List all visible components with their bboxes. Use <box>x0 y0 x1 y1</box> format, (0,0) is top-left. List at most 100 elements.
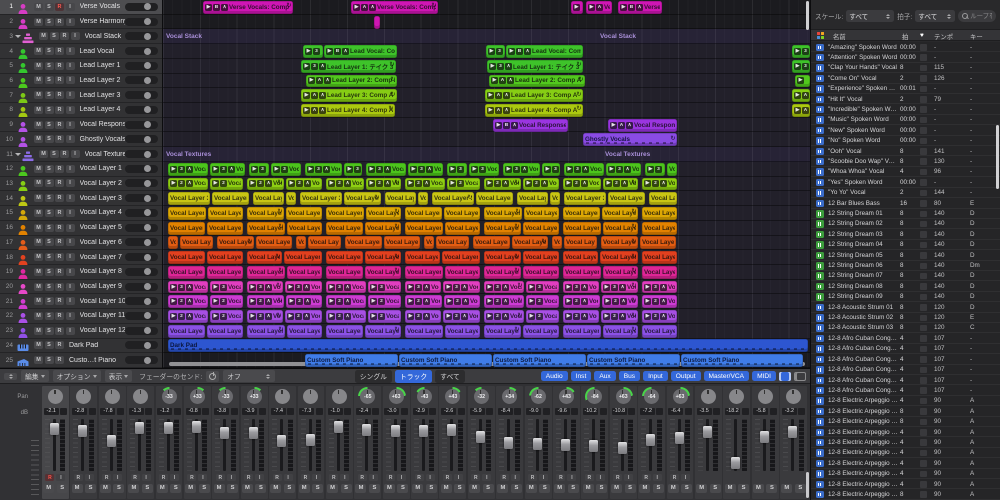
region-vocal-layer-11[interactable]: ▶2∧Vocal Layer 11↻ <box>601 310 638 323</box>
solo-button[interactable]: S <box>44 267 54 276</box>
region-vocal-layer-2[interactable]: ▶2∧Vocal Layer 2↻ <box>366 177 401 191</box>
region-vocal-layer-5[interactable]: Vocal Layer 5 <box>563 221 601 235</box>
favorite-checkbox[interactable] <box>920 210 927 217</box>
solo-button[interactable]: S <box>44 120 54 129</box>
region-vocal-layer-6[interactable]: Vocal Layer 6↻ <box>512 236 548 250</box>
mute-button[interactable]: M <box>298 483 310 493</box>
fader-cap[interactable] <box>78 424 88 437</box>
favorite-checkbox[interactable] <box>920 314 927 322</box>
region-vocal-layer-1[interactable]: ▶3∧Vocal Layer 1 <box>168 162 208 176</box>
region-ghostly-vocals[interactable]: Ghostly Vocals ↻ <box>583 133 677 147</box>
column-beats[interactable]: 拍 <box>902 32 908 41</box>
favorite-checkbox[interactable] <box>920 252 927 259</box>
solo-button[interactable]: S <box>44 311 54 320</box>
track-volume-slider[interactable] <box>125 282 158 291</box>
volume-knob[interactable] <box>144 32 152 40</box>
favorite-checkbox[interactable] <box>920 116 927 124</box>
fader-cap[interactable] <box>362 424 372 437</box>
region-verse-vocals-comp-b[interactable]: ▶ B ∧ Verse Vocals: Comp B ↻ <box>203 0 293 14</box>
input-monitor-button[interactable]: I <box>65 47 75 56</box>
region-vocal-layer-7[interactable]: Vocal Layer 7↻ <box>600 251 638 265</box>
region-vocal-layer-11[interactable]: ▶2∧Vocal Layer 11 <box>443 310 480 323</box>
volume-knob[interactable] <box>144 341 152 349</box>
region-vocal-response-co[interactable]: ▶A∧Vocal Response: Co <box>608 118 677 132</box>
region-vo[interactable]: Vo <box>296 236 306 250</box>
fader-cap[interactable] <box>759 431 769 444</box>
region-vocal-layer-9[interactable]: ▶3∧Vocal Layer 9 <box>405 280 441 294</box>
fader-cap[interactable] <box>504 436 514 449</box>
region-vocal-la[interactable]: ▶3Vocal La <box>542 162 560 176</box>
favorite-checkbox[interactable] <box>920 54 927 61</box>
region-vocal-layer-8[interactable]: Vocal Layer 8 <box>445 265 480 279</box>
region-vocal-layer-6[interactable]: Vocal Layer 6 <box>180 236 213 250</box>
region-vocal-layer-10[interactable]: ▶2∧Vocal Layer 10 <box>168 295 208 309</box>
region-vocal-layer-10[interactable]: ▶2Vocal Layer 10 <box>368 295 401 309</box>
favorite-checkbox[interactable] <box>920 64 927 72</box>
favorite-checkbox[interactable] <box>920 96 927 103</box>
track-volume-slider[interactable] <box>125 179 158 188</box>
input-monitor-button[interactable]: I <box>141 474 151 481</box>
pan-knob[interactable]: +34 <box>500 387 520 406</box>
region-vo[interactable]: Vo <box>552 236 562 250</box>
input-monitor-button[interactable]: I <box>65 238 75 247</box>
input-monitor-button[interactable]: I <box>65 135 75 144</box>
solo-button[interactable]: S <box>44 253 54 262</box>
pan-knob[interactable]: -33 <box>159 387 179 406</box>
single-strip-view-icon[interactable] <box>794 371 806 381</box>
region-verse-vocals-c[interactable]: ▶B∧Verse Vocals: C <box>618 0 662 14</box>
record-enable-button[interactable]: R <box>55 341 64 350</box>
region-vocal-layer-4[interactable]: Vocal Layer 4 <box>168 206 206 220</box>
region-vocal-layer-11[interactable]: ▶2Vocal Layer 11 <box>210 310 243 323</box>
record-enable-button[interactable]: R <box>613 474 623 481</box>
record-enable-button[interactable]: R <box>55 2 64 11</box>
input-monitor-button[interactable]: I <box>70 150 80 159</box>
fader-cap[interactable] <box>333 421 343 434</box>
record-enable-button[interactable]: R <box>641 474 651 481</box>
input-monitor-button[interactable]: I <box>65 311 75 320</box>
favorite-checkbox[interactable] <box>920 189 927 197</box>
favorite-checkbox[interactable] <box>920 283 927 290</box>
region-vocal-layer-3[interactable]: Vocal Layer 3 <box>385 192 416 206</box>
mute-button[interactable]: M <box>39 150 48 159</box>
input-monitor-button[interactable]: I <box>198 474 208 481</box>
region-vocal-layer-1[interactable]: ▶3Vocal Layer 1 <box>271 162 301 176</box>
solo-button[interactable]: S <box>567 483 579 493</box>
arrange-lane-3[interactable] <box>163 29 810 45</box>
fader-cap[interactable] <box>447 424 457 437</box>
region-vocal-layer-12[interactable]: Vocal Layer 12 <box>168 324 205 338</box>
loop-row[interactable]: "Experience" Spoken W… 00:01- - <box>811 83 1000 95</box>
record-enable-button[interactable]: R <box>55 17 64 26</box>
mute-button[interactable]: M <box>99 483 111 493</box>
region-vocal-la[interactable]: ▶3Vocal La <box>249 162 269 176</box>
region-vocal-layer-3[interactable]: Vocal Layer 3 <box>649 192 677 206</box>
region-dark-pad[interactable]: Dark Pad <box>168 339 808 353</box>
loop-row[interactable]: 12-8 Electric Arpeggio 01 4 90 A <box>811 395 1000 407</box>
pan-knob[interactable]: -84 <box>585 387 605 406</box>
favorite-checkbox[interactable] <box>920 220 927 228</box>
volume-knob[interactable] <box>144 297 152 305</box>
mute-button[interactable]: M <box>34 238 43 247</box>
region-vocal-layer-8[interactable]: Vocal Layer 8 <box>523 265 559 279</box>
solo-button[interactable]: S <box>44 17 54 26</box>
solo-button[interactable]: S <box>44 164 54 173</box>
region-lead-layer-1-3[interactable]: ▶ 3 ∧ Lead Layer 1: テイク 3 ↻ <box>487 59 583 73</box>
region-vocal-layer-2[interactable]: ▶2∧Vocal Layer 2 <box>563 177 601 191</box>
fader-cap[interactable] <box>788 425 798 438</box>
solo-button[interactable]: S <box>44 341 54 350</box>
loop-row[interactable]: "Scoobie Doo Wap" Vo… 8 130- <box>811 156 1000 167</box>
solo-button[interactable]: S <box>44 194 54 203</box>
solo-button[interactable]: S <box>141 483 153 493</box>
loop-row[interactable]: 12 Bar Blues Bass 16 80 E <box>811 198 1000 209</box>
channel-strip-5[interactable]: -33 -1.2 R I M S <box>155 386 183 499</box>
input-monitor-button[interactable]: I <box>425 474 435 481</box>
region-vocal-layer-3[interactable]: Vocal Layer 3 <box>564 192 606 206</box>
input-monitor-button[interactable]: I <box>65 91 75 100</box>
input-monitor-button[interactable]: I <box>453 474 463 481</box>
mute-button[interactable]: M <box>71 483 83 493</box>
track-row-22[interactable]: 22 M S R I Vocal Layer 11 <box>0 309 162 324</box>
channel-strip-2[interactable]: -2.8 R I M S <box>70 386 98 499</box>
favorite-checkbox[interactable] <box>920 262 927 270</box>
region-vocal-layer-8[interactable]: Vocal Layer 8 <box>563 265 601 279</box>
track-row-14[interactable]: 14 M S R I Vocal Layer 3 <box>0 191 162 207</box>
record-enable-button[interactable]: R <box>55 208 64 217</box>
